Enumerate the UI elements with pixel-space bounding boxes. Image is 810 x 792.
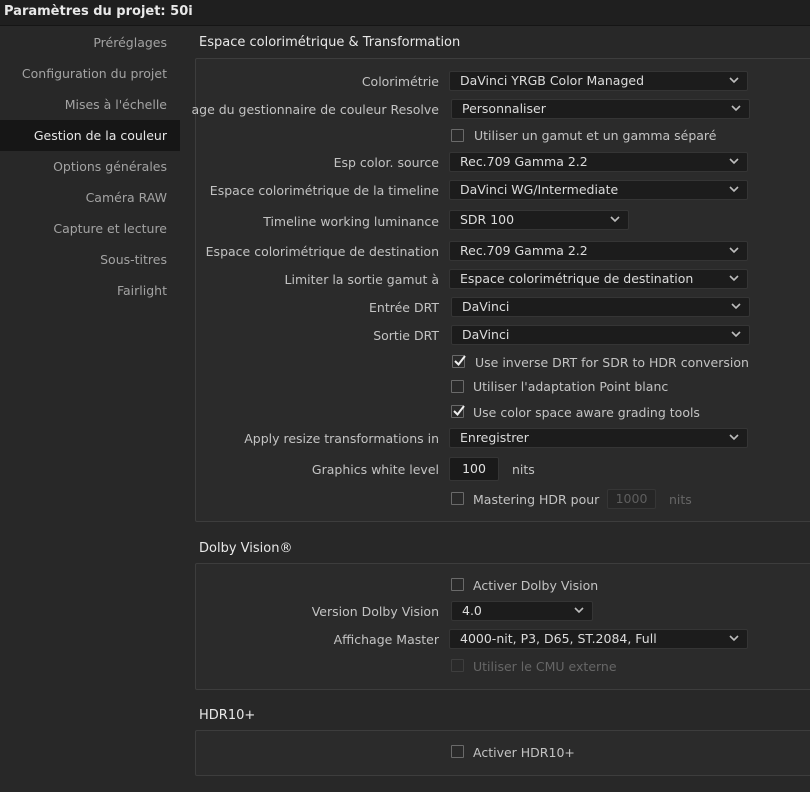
limit-gamut-label: Limiter la sortie gamut à bbox=[284, 272, 439, 287]
sidebar-item-subtitles[interactable]: Sous-titres bbox=[0, 244, 180, 275]
input-drt-label: Entrée DRT bbox=[369, 300, 439, 315]
input-color-space-value: Rec.709 Gamma 2.2 bbox=[460, 154, 588, 169]
resize-transform-dropdown[interactable]: Enregistrer bbox=[449, 428, 748, 448]
window-title: Paramètres du projet: 50i bbox=[4, 4, 193, 19]
sidebar-item-image-scaling[interactable]: Mises à l'échelle bbox=[0, 89, 180, 120]
output-color-space-label: Espace colorimétrique de destination bbox=[205, 244, 439, 259]
sidebar-item-color-management[interactable]: Gestion de la couleur bbox=[0, 120, 180, 151]
output-drt-value: DaVinci bbox=[462, 327, 510, 342]
dolby-version-value: 4.0 bbox=[462, 603, 482, 618]
chevron-down-icon bbox=[729, 434, 739, 441]
mastering-hdr-label: Mastering HDR pour bbox=[473, 492, 600, 507]
master-display-dropdown[interactable]: 4000-nit, P3, D65, ST.2084, Full bbox=[449, 629, 748, 649]
chevron-down-icon bbox=[729, 77, 739, 84]
master-display-label: Affichage Master bbox=[333, 632, 439, 647]
color-preset-dropdown[interactable]: Personnaliser bbox=[451, 99, 750, 119]
input-color-space-dropdown[interactable]: Rec.709 Gamma 2.2 bbox=[449, 152, 748, 172]
timeline-luminance-value: SDR 100 bbox=[460, 212, 515, 227]
graphics-white-unit: nits bbox=[512, 462, 535, 477]
aware-tools-checkbox[interactable] bbox=[451, 405, 465, 418]
sidebar-item-fairlight[interactable]: Fairlight bbox=[0, 275, 180, 306]
output-drt-label: Sortie DRT bbox=[373, 328, 439, 343]
colorimetrie-dropdown[interactable]: DaVinci YRGB Color Managed bbox=[449, 71, 748, 91]
timeline-color-space-dropdown[interactable]: DaVinci WG/Intermediate bbox=[449, 180, 748, 200]
checkmark-icon bbox=[453, 405, 465, 417]
chevron-down-icon bbox=[731, 303, 741, 310]
external-cmu-checkbox[interactable] bbox=[451, 659, 464, 672]
hdr10-enable-label: Activer HDR10+ bbox=[473, 745, 575, 760]
colorimetrie-label: Colorimétrie bbox=[361, 74, 439, 89]
dolby-version-dropdown[interactable]: 4.0 bbox=[451, 601, 593, 621]
chevron-down-icon bbox=[731, 105, 741, 112]
resize-transform-label: Apply resize transformations in bbox=[244, 431, 439, 446]
output-color-space-value: Rec.709 Gamma 2.2 bbox=[460, 243, 588, 258]
sidebar-item-capture-playback[interactable]: Capture et lecture bbox=[0, 213, 180, 244]
title-bar: Paramètres du projet: 50i bbox=[0, 0, 810, 26]
mastering-hdr-unit: nits bbox=[669, 492, 692, 507]
chevron-down-icon bbox=[729, 186, 739, 193]
output-color-space-dropdown[interactable]: Rec.709 Gamma 2.2 bbox=[449, 241, 748, 261]
timeline-color-space-value: DaVinci WG/Intermediate bbox=[460, 182, 619, 197]
chevron-down-icon bbox=[729, 635, 739, 642]
graphics-white-label: Graphics white level bbox=[311, 462, 439, 477]
dolby-version-label: Version Dolby Vision bbox=[311, 604, 439, 619]
limit-gamut-value: Espace colorimétrique de destination bbox=[460, 271, 694, 286]
white-point-checkbox[interactable] bbox=[451, 380, 464, 393]
colorimetrie-value: DaVinci YRGB Color Managed bbox=[460, 73, 645, 88]
mastering-hdr-input[interactable]: 1000 bbox=[607, 489, 656, 509]
color-space-section-title: Espace colorimétrique & Transformation bbox=[199, 35, 461, 50]
input-drt-value: DaVinci bbox=[462, 299, 510, 314]
chevron-down-icon bbox=[729, 158, 739, 165]
output-drt-dropdown[interactable]: DaVinci bbox=[451, 325, 750, 345]
sidebar-item-master-settings[interactable]: Configuration du projet bbox=[0, 58, 180, 89]
dolby-section-title: Dolby Vision® bbox=[199, 541, 293, 556]
master-display-value: 4000-nit, P3, D65, ST.2084, Full bbox=[460, 631, 657, 646]
dolby-enable-checkbox[interactable] bbox=[451, 578, 464, 591]
chevron-down-icon bbox=[610, 216, 620, 223]
color-preset-value: Personnaliser bbox=[462, 101, 546, 116]
settings-sidebar: Préréglages Configuration du projet Mise… bbox=[0, 26, 180, 792]
sidebar-item-camera-raw[interactable]: Caméra RAW bbox=[0, 182, 180, 213]
chevron-down-icon bbox=[729, 247, 739, 254]
input-color-space-label: Esp color. source bbox=[333, 155, 439, 170]
resize-transform-value: Enregistrer bbox=[460, 430, 529, 445]
mastering-hdr-checkbox[interactable] bbox=[451, 492, 464, 505]
white-point-label: Utiliser l'adaptation Point blanc bbox=[473, 379, 669, 394]
input-drt-dropdown[interactable]: DaVinci bbox=[451, 297, 750, 317]
aware-tools-label: Use color space aware grading tools bbox=[473, 405, 700, 420]
chevron-down-icon bbox=[574, 607, 584, 614]
timeline-color-space-label: Espace colorimétrique de la timeline bbox=[209, 183, 439, 198]
separate-gamut-label: Utiliser un gamut et un gamma séparé bbox=[474, 128, 717, 143]
sidebar-item-general-options[interactable]: Options générales bbox=[0, 151, 180, 182]
timeline-luminance-dropdown[interactable]: SDR 100 bbox=[449, 210, 629, 230]
checkmark-icon bbox=[454, 355, 466, 367]
separate-gamut-checkbox[interactable] bbox=[451, 129, 464, 142]
sidebar-item-presets[interactable]: Préréglages bbox=[0, 27, 180, 58]
chevron-down-icon bbox=[731, 331, 741, 338]
graphics-white-input[interactable]: 100 bbox=[449, 457, 499, 481]
dolby-enable-label: Activer Dolby Vision bbox=[473, 578, 599, 593]
hdr10-enable-checkbox[interactable] bbox=[451, 745, 464, 758]
inverse-drt-label: Use inverse DRT for SDR to HDR conversio… bbox=[475, 355, 749, 370]
inverse-drt-checkbox[interactable] bbox=[452, 355, 466, 368]
chevron-down-icon bbox=[729, 275, 739, 282]
hdr10-section-title: HDR10+ bbox=[199, 708, 256, 723]
timeline-luminance-label: Timeline working luminance bbox=[263, 214, 439, 229]
external-cmu-label: Utiliser le CMU externe bbox=[473, 659, 617, 674]
limit-gamut-dropdown[interactable]: Espace colorimétrique de destination bbox=[449, 269, 748, 289]
color-preset-label: age du gestionnaire de couleur Resolve bbox=[191, 102, 439, 117]
